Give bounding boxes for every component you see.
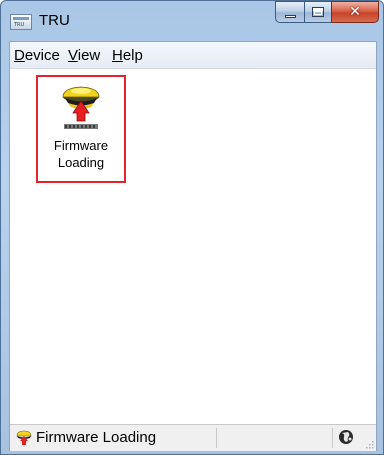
main-content: Firmware Loading	[10, 69, 376, 422]
maximize-button[interactable]	[304, 1, 331, 23]
menu-bar: Device View Help	[10, 42, 376, 69]
close-button[interactable]: ✕	[331, 1, 379, 23]
title-bar[interactable]: TRU TRU ✕	[1, 1, 384, 41]
app-window: TRU TRU ✕ Device View Help Firmware Load…	[0, 0, 384, 455]
maximize-icon	[312, 7, 324, 17]
status-divider	[216, 428, 217, 448]
status-bar: Firmware Loading	[10, 424, 376, 451]
firmware-loading-icon	[16, 430, 32, 445]
close-icon: ✕	[349, 4, 361, 20]
tile-label-line2: Loading	[57, 155, 105, 170]
firmware-loading-tile[interactable]: Firmware Loading	[36, 75, 126, 183]
firmware-loading-icon	[62, 86, 100, 129]
status-text: Firmware Loading	[36, 429, 157, 446]
app-icon-text: TRU	[14, 22, 25, 28]
app-icon[interactable]: TRU	[10, 14, 32, 30]
globe-icon	[339, 430, 353, 444]
tile-label: Firmware Loading	[38, 137, 124, 171]
menu-help[interactable]: Help	[112, 47, 143, 64]
window-title: TRU	[39, 12, 70, 29]
minimize-icon	[285, 15, 296, 18]
status-divider	[332, 428, 333, 448]
caption-buttons: ✕	[275, 1, 379, 23]
menu-view[interactable]: View	[68, 47, 100, 64]
client-area: Device View Help Firmware Loading Firmwa…	[9, 41, 377, 451]
minimize-button[interactable]	[275, 1, 304, 23]
menu-device[interactable]: Device	[14, 47, 60, 64]
tile-label-line1: Firmware	[53, 138, 109, 153]
resize-grip-icon[interactable]	[364, 439, 374, 449]
